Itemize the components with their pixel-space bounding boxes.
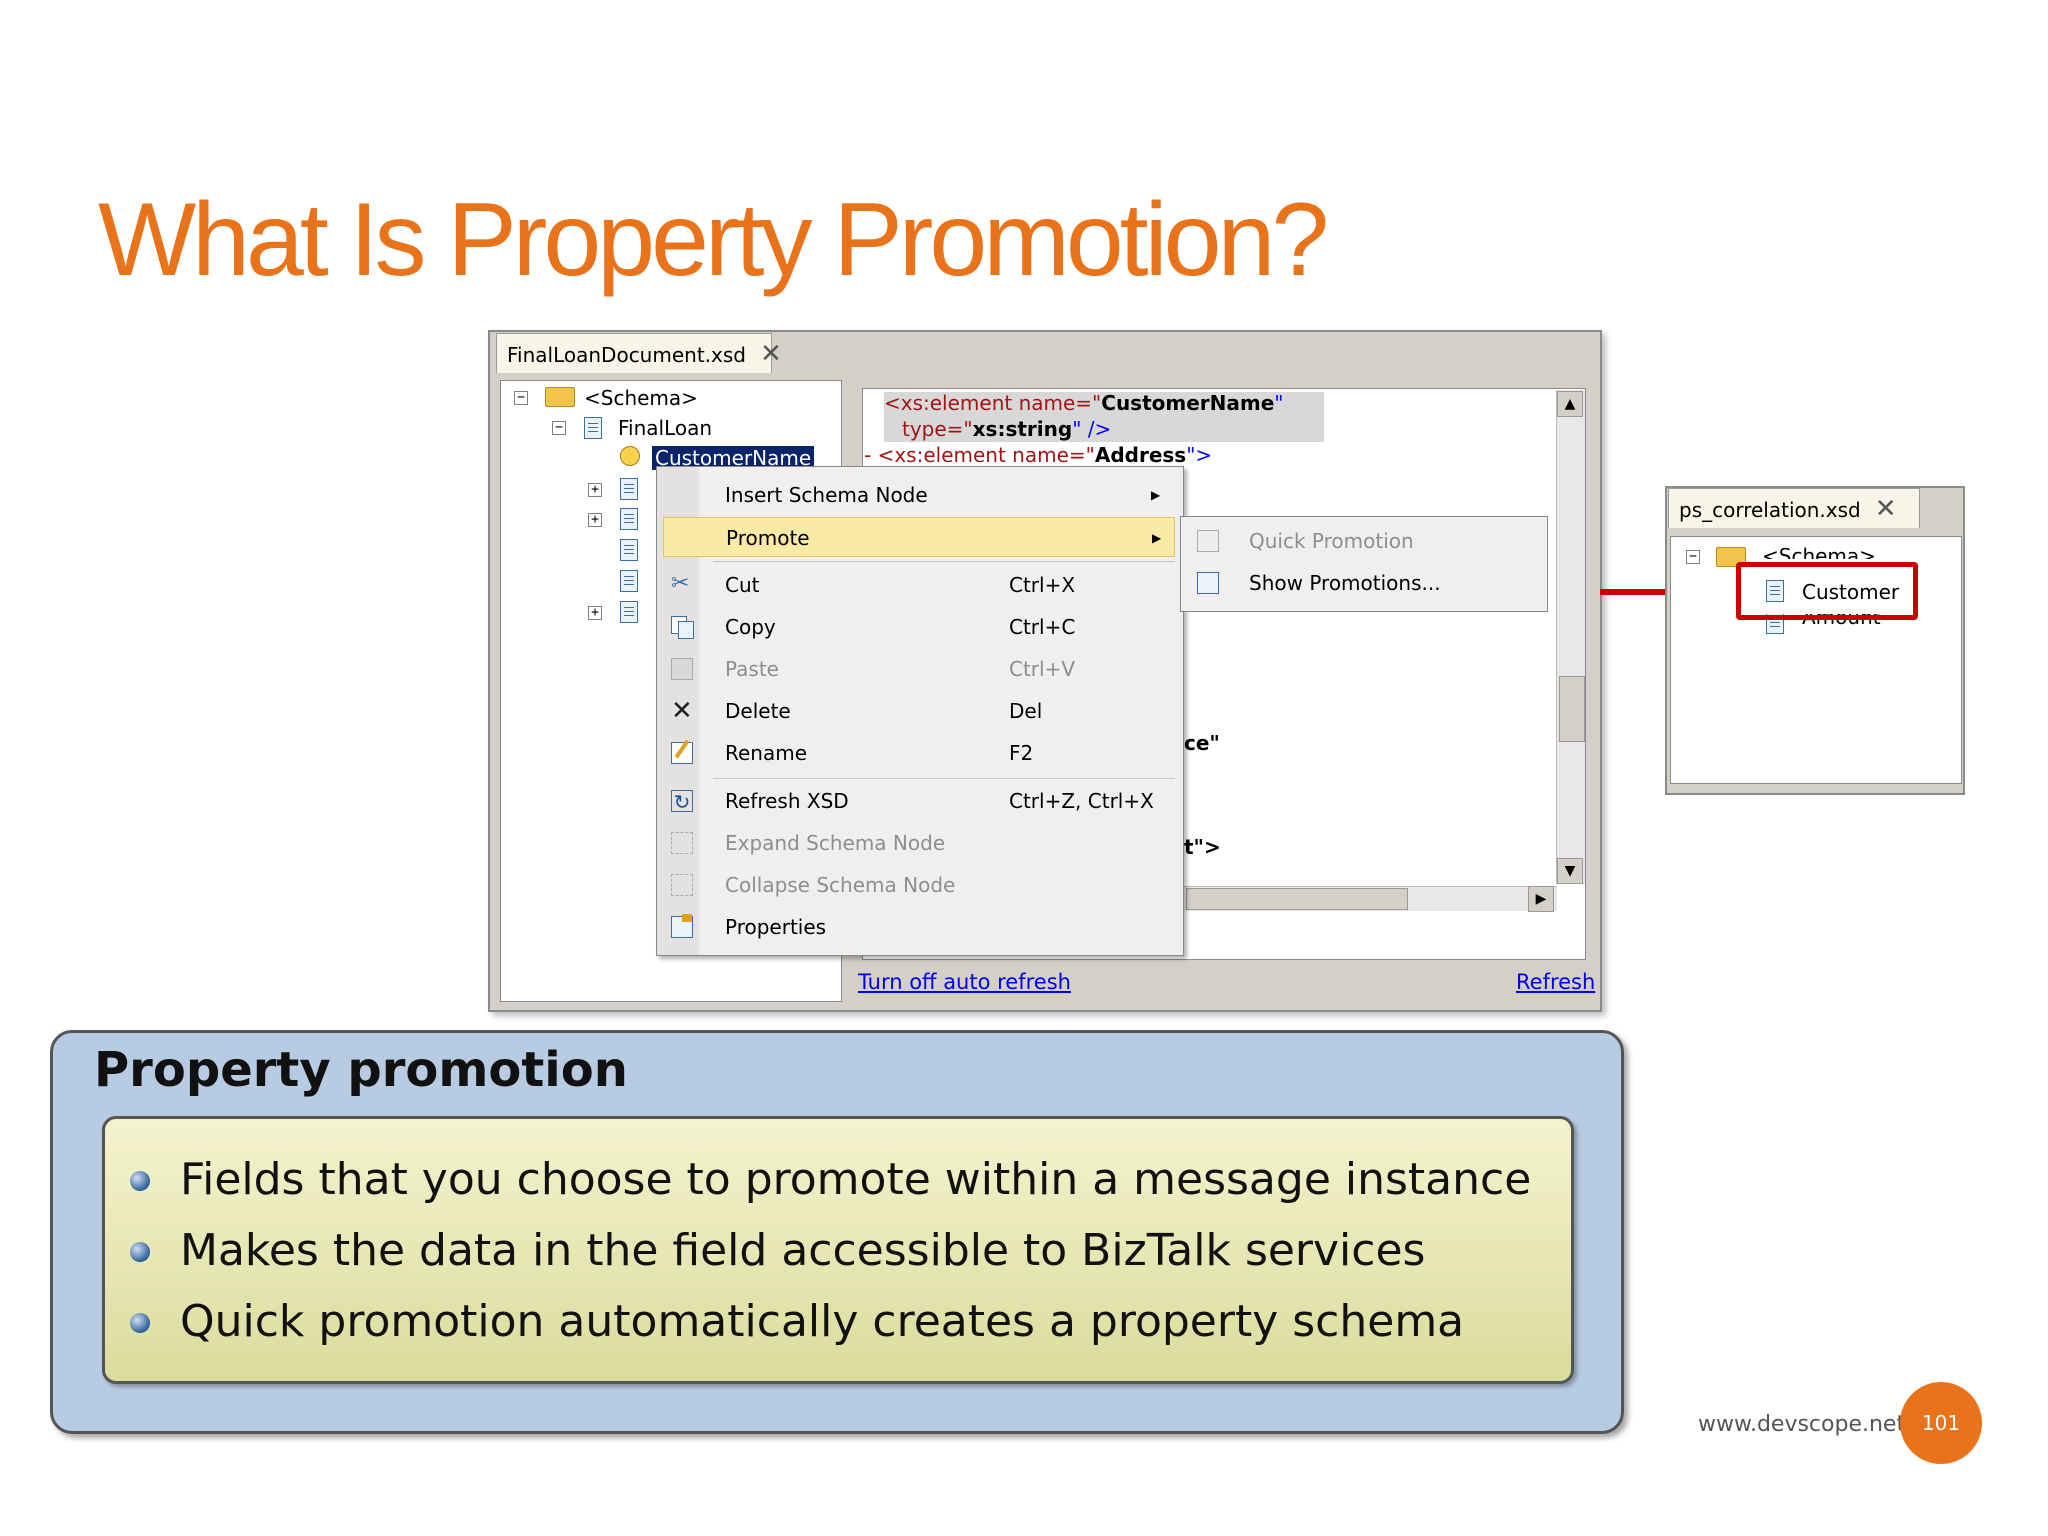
footer-url: www.devscope.net [1698, 1412, 1906, 1437]
tab-ps-correlation[interactable]: ps_correlation.xsd ✕ [1668, 488, 1920, 528]
menu-item-copy[interactable]: Copy Ctrl+C [657, 607, 1183, 647]
promote-submenu: Quick Promotion Show Promotions... [1180, 516, 1548, 612]
slide-title: What Is Property Promotion? [98, 182, 1329, 298]
bullet-icon [130, 1171, 150, 1191]
tab-finalloandocument[interactable]: FinalLoanDocument.xsd ✕ [496, 333, 782, 373]
submenu-arrow-icon: ▶ [1151, 488, 1161, 502]
record-node-icon [620, 601, 638, 623]
context-menu: Insert Schema Node ▶ Promote ▶ ✂ Cut Ctrl+X… [656, 466, 1184, 956]
rename-icon [671, 739, 693, 764]
menu-item-refresh-xsd[interactable]: ↻ Refresh XSD Ctrl+Z, Ctrl+X [657, 781, 1183, 821]
menu-item-delete[interactable]: ✕ Delete Del [657, 691, 1183, 731]
show-promotions-icon [1197, 572, 1219, 594]
code-fragment: t"> [1184, 835, 1221, 859]
tree-node-finalloan[interactable]: FinalLoan [618, 413, 712, 443]
refresh-link[interactable]: Refresh [1516, 970, 1595, 994]
field-node-icon [620, 539, 638, 561]
collapse-toggle-icon[interactable]: − [1686, 550, 1700, 564]
hscroll-thumb[interactable] [1186, 888, 1408, 910]
record-node-icon [620, 508, 638, 530]
bullet-icon [130, 1313, 150, 1333]
menu-item-properties[interactable]: Properties [657, 907, 1183, 947]
scroll-down-icon[interactable]: ▼ [1557, 858, 1583, 884]
highlight-box [1736, 562, 1918, 620]
expand-toggle-icon[interactable]: + [588, 483, 602, 497]
menu-item-show-promotions[interactable]: Show Promotions... [1181, 563, 1545, 603]
menu-separator [713, 561, 1175, 562]
tree-node-schema[interactable]: <Schema> [584, 383, 698, 413]
field-node-icon [620, 570, 638, 592]
close-icon[interactable]: ✕ [760, 339, 782, 369]
menu-item-paste[interactable]: Paste Ctrl+V [657, 649, 1183, 689]
vertical-scrollbar[interactable] [1556, 390, 1585, 884]
code-line-1: <xs:element name="CustomerName" [884, 391, 1284, 415]
menu-item-collapse-schema-node[interactable]: Collapse Schema Node [657, 865, 1183, 905]
menu-item-promote[interactable]: Promote ▶ [663, 517, 1175, 557]
menu-item-quick-promotion[interactable]: Quick Promotion [1181, 521, 1545, 561]
page-number-badge: 101 [1900, 1382, 1982, 1464]
copy-icon [671, 616, 694, 639]
submenu-arrow-icon: ▶ [1152, 531, 1162, 545]
callout-heading: Property promotion [94, 1042, 628, 1098]
bullet-text: Quick promotion automatically creates a … [180, 1296, 1465, 1347]
bullet-text: Makes the data in the field accessible t… [180, 1225, 1426, 1276]
expand-toggle-icon[interactable]: + [588, 606, 602, 620]
code-line-3: - <xs:element name="Address"> [864, 443, 1213, 467]
collapse-toggle-icon[interactable]: − [514, 391, 528, 405]
refresh-icon: ↻ [671, 790, 693, 813]
collapse-toggle-icon[interactable]: − [552, 421, 566, 435]
expand-toggle-icon[interactable]: + [588, 513, 602, 527]
close-icon[interactable]: ✕ [1875, 494, 1897, 524]
promoted-key-icon [620, 446, 640, 466]
paste-icon [671, 658, 693, 680]
tree-node-schema[interactable]: <Schema> [1762, 541, 1876, 559]
tab-title: ps_correlation.xsd [1679, 498, 1861, 522]
bullet-text: Fields that you choose to promote within… [180, 1154, 1532, 1205]
menu-item-cut[interactable]: ✂ Cut Ctrl+X [657, 565, 1183, 605]
expand-icon [671, 832, 693, 854]
code-line-2: type="xs:string" /> [902, 417, 1112, 441]
scroll-right-icon[interactable]: ▶ [1528, 886, 1554, 912]
collapse-icon [671, 874, 693, 896]
scroll-up-icon[interactable]: ▲ [1557, 391, 1583, 417]
turn-off-auto-refresh-link[interactable]: Turn off auto refresh [858, 970, 1071, 994]
menu-item-insert-schema-node[interactable]: Insert Schema Node ▶ [657, 475, 1183, 515]
delete-x-icon: ✕ [671, 696, 693, 726]
quick-promotion-icon [1197, 530, 1219, 552]
bullet-icon [130, 1242, 150, 1262]
menu-separator [713, 778, 1175, 779]
properties-icon [671, 914, 693, 938]
record-node-icon [584, 417, 602, 439]
record-node-icon [620, 478, 638, 500]
menu-item-rename[interactable]: Rename F2 [657, 733, 1183, 773]
menu-item-expand-schema-node[interactable]: Expand Schema Node [657, 823, 1183, 863]
scissors-icon: ✂ [671, 571, 690, 596]
tab-title: FinalLoanDocument.xsd [507, 343, 746, 367]
folder-icon [545, 387, 575, 407]
code-fragment: ce" [1184, 731, 1220, 755]
scroll-thumb[interactable] [1559, 676, 1585, 742]
